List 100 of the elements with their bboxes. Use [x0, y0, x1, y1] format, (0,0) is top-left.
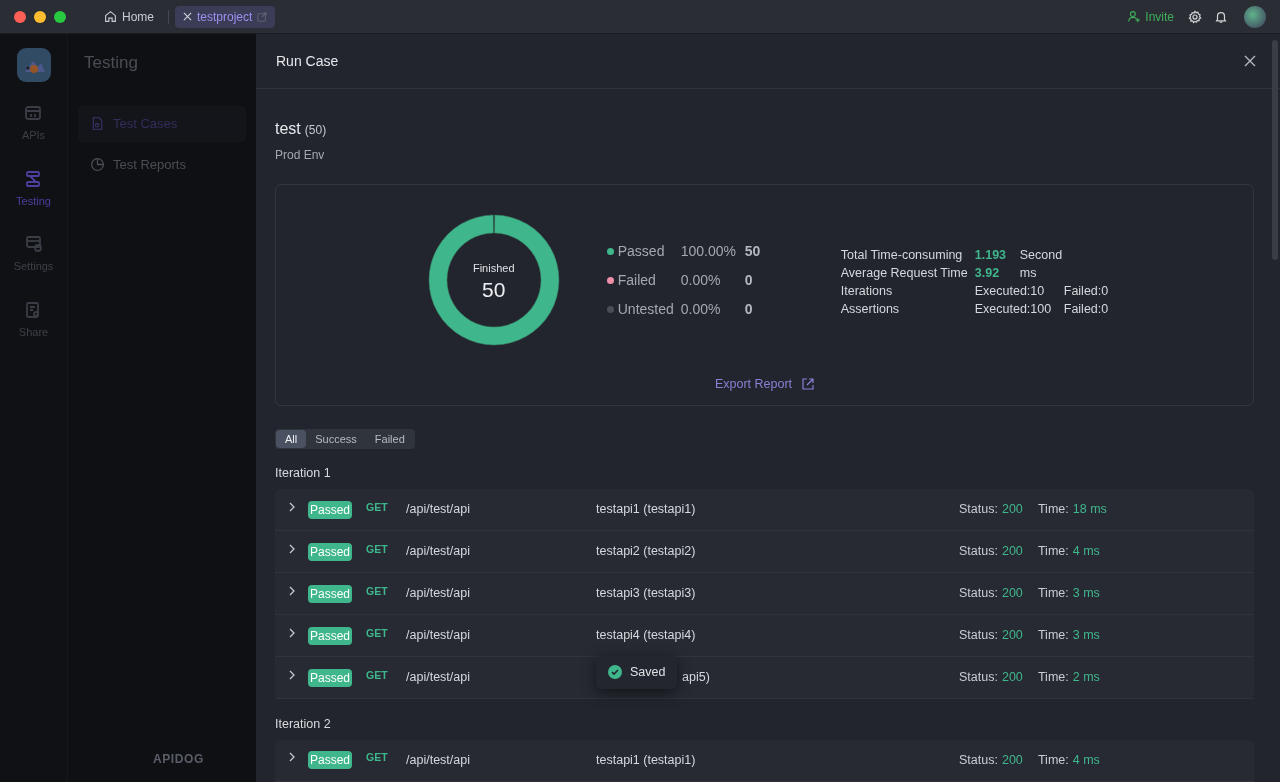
stat-label: Iterations	[840, 283, 894, 300]
method-label: GET	[366, 541, 389, 557]
notification-bell-icon[interactable]	[1214, 9, 1228, 24]
status-code: 200	[1001, 669, 1024, 687]
close-icon[interactable]	[183, 12, 192, 21]
check-icon	[608, 665, 622, 679]
status-code: 200	[1001, 751, 1024, 769]
passed-tag: Passed	[308, 584, 353, 603]
add-user-icon	[1128, 10, 1142, 23]
stat-value: 3.92	[974, 265, 1001, 282]
chevron-right-icon[interactable]	[289, 585, 296, 596]
saved-toast: Saved	[596, 655, 678, 689]
status-code: 200	[1001, 543, 1024, 561]
request-path: /api/test/api	[406, 585, 471, 603]
api-name: testapi1 (testapi1)	[596, 501, 697, 519]
executed-count: Executed:100	[974, 301, 1053, 318]
response-time: 3 ms	[1072, 627, 1100, 645]
result-row[interactable]: Passed GET /api/test/api testapi2 (testapi2) Status: 200 Time: 4 ms	[275, 531, 1254, 573]
stat-label: Total Time-consuming	[840, 247, 964, 264]
status-label: Status:	[959, 627, 998, 645]
stat-unit: ms	[1019, 265, 1037, 282]
legend-count: 0	[744, 299, 754, 319]
window-control-icon[interactable]	[34, 10, 46, 23]
sidebar-title: Testing	[83, 52, 139, 74]
stat-label: Average Request Time	[840, 265, 969, 282]
result-row[interactable]: Passed GET /api/test/api testapi1 (testapi1) Status: 200 Time: 18 ms	[275, 489, 1254, 531]
brand-logo: APIDOG	[153, 751, 204, 768]
method-label: GET	[366, 750, 389, 766]
passed-tag: Passed	[308, 500, 353, 519]
legend-percent: 100.00%	[680, 241, 738, 261]
chevron-right-icon[interactable]	[289, 627, 296, 638]
window-control-icon[interactable]	[54, 10, 66, 23]
legend-label: Untested	[617, 299, 674, 319]
request-path: /api/test/api	[406, 543, 471, 561]
api-name: testapi1 (testapi1)	[596, 751, 697, 769]
api-name: testapi3 (testapi3)	[596, 585, 697, 603]
result-row[interactable]: Passed GET /api/test/api testapi1 (testapi1) Status: 200 Time: 4 ms	[275, 739, 1254, 782]
method-label: GET	[366, 667, 389, 683]
response-time: 2 ms	[1072, 669, 1100, 687]
response-time: 18 ms	[1072, 501, 1107, 519]
passed-tag: Passed	[308, 626, 353, 645]
legend-label: Passed	[617, 241, 665, 261]
status-code: 200	[1001, 627, 1024, 645]
method-label: GET	[366, 583, 389, 599]
iteration-title: Iteration 2	[275, 716, 332, 733]
stat-label: Assertions	[840, 301, 901, 318]
time-label: Time:	[1037, 669, 1069, 687]
environment-label: Prod Env	[275, 147, 326, 164]
method-label: GET	[366, 499, 389, 515]
export-report-link[interactable]: Export Report	[714, 375, 815, 394]
app-logo-icon	[16, 48, 51, 82]
chevron-right-icon[interactable]	[289, 752, 296, 763]
request-path: /api/test/api	[406, 627, 471, 645]
chevron-right-icon[interactable]	[289, 669, 296, 680]
method-label: GET	[366, 625, 389, 641]
status-code: 200	[1001, 501, 1024, 519]
failed-count: Failed:0	[1063, 283, 1109, 300]
status-label: Status:	[959, 501, 998, 519]
request-path: /api/test/api	[406, 751, 471, 769]
status-code: 200	[1001, 585, 1024, 603]
status-label: Status:	[959, 669, 998, 687]
request-path: /api/test/api	[406, 501, 471, 519]
scrollbar[interactable]	[1272, 40, 1278, 260]
filter-tab[interactable]: Success	[306, 430, 366, 449]
api-name: testapi4 (testapi4)	[596, 627, 697, 645]
stat-unit: Second	[1019, 247, 1063, 264]
filter-tab[interactable]: All	[276, 430, 307, 449]
external-link-icon	[802, 378, 815, 391]
legend-count: 50	[744, 241, 762, 261]
filter-tab[interactable]: Failed	[365, 430, 414, 449]
passed-tag: Passed	[308, 751, 353, 770]
tab[interactable]: Home	[96, 5, 162, 28]
donut-center-label: Finished	[472, 261, 515, 277]
case-count: (50)	[304, 122, 327, 139]
window-control-icon[interactable]	[14, 10, 26, 23]
request-path: /api/test/api	[406, 669, 471, 687]
api-name: api5)	[682, 669, 710, 687]
home-icon	[104, 10, 117, 23]
response-time: 4 ms	[1072, 751, 1100, 769]
legend-count: 0	[744, 270, 754, 290]
tab[interactable]: testproject	[175, 5, 276, 28]
status-label: Status:	[959, 751, 998, 769]
case-name: test	[275, 119, 301, 139]
donut-center-value: 50	[482, 278, 506, 300]
avatar[interactable]	[1244, 5, 1266, 28]
chevron-right-icon[interactable]	[289, 543, 296, 554]
stat-value: 1.193	[974, 247, 1008, 264]
time-label: Time:	[1037, 627, 1069, 645]
close-icon[interactable]	[1244, 55, 1256, 67]
time-label: Time:	[1037, 543, 1069, 561]
invite-button[interactable]: Invite	[1128, 7, 1174, 26]
executed-count: Executed:10	[974, 283, 1046, 300]
time-label: Time:	[1037, 501, 1069, 519]
time-label: Time:	[1037, 585, 1069, 603]
response-time: 4 ms	[1072, 543, 1100, 561]
document-icon	[90, 116, 105, 131]
time-label: Time:	[1037, 751, 1069, 769]
result-row[interactable]: Passed GET /api/test/api testapi3 (testapi3) Status: 200 Time: 3 ms	[275, 573, 1254, 615]
chevron-right-icon[interactable]	[289, 501, 296, 512]
passed-tag: Passed	[308, 668, 353, 687]
